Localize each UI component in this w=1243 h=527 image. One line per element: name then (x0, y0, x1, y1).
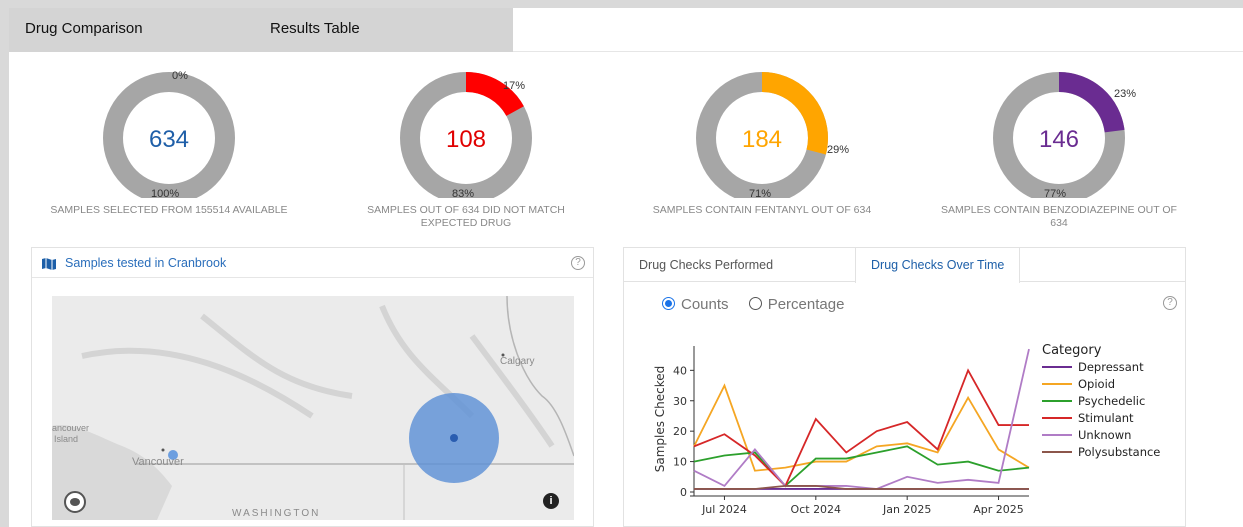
radio-percentage-label: Percentage (767, 296, 845, 313)
donut-caption: SAMPLES CONTAIN FENTANYL OUT OF 634 (652, 204, 872, 216)
legend-title: Category (1042, 343, 1102, 358)
radio-counts-label: Counts (681, 296, 729, 313)
donut-rest-label: 83% (452, 188, 475, 200)
tab-drug-comparison[interactable]: Drug Comparison (25, 20, 143, 37)
radio-counts[interactable]: Counts (662, 296, 729, 313)
donut-samples-selected: 0% 100% 634 SAMPLES SELECTED FROM 155514… (49, 58, 289, 238)
donut-rest-label: 71% (749, 188, 772, 200)
y-tick-label: 10 (673, 456, 687, 469)
x-tick-label: Apr 2025 (973, 503, 1024, 516)
donut-mismatch: 17% 83% 108 SAMPLES OUT OF 634 DID NOT M… (346, 58, 586, 238)
donut-caption: SAMPLES OUT OF 634 DID NOT MATCH EXPECTE… (367, 204, 565, 229)
y-tick-label: 0 (680, 486, 687, 499)
series-line-stimulant (693, 368, 1029, 488)
map-title: Samples tested in Cranbrook (65, 256, 227, 270)
radio-percentage[interactable]: Percentage (748, 296, 845, 313)
map-panel-header: Samples tested in Cranbrook ? (32, 248, 593, 278)
donut-value: 108 (445, 126, 487, 153)
legend-label: Depressant (1078, 360, 1144, 374)
donut-value: 184 (741, 126, 783, 153)
y-tick-label: 20 (673, 425, 687, 438)
legend-label: Polysubstance (1078, 445, 1160, 459)
y-axis-label: Samples Checked (653, 366, 667, 473)
y-tick-label: 30 (673, 395, 687, 408)
donut-slice-label: 0% (172, 70, 188, 82)
map-panel: Samples tested in Cranbrook ? Calgary Va… (31, 247, 594, 527)
map-terrain (52, 296, 574, 520)
map-label-vancouver-island-line1: ancouver (52, 423, 90, 433)
map-help-icon[interactable]: ? (571, 256, 585, 270)
line-chart: 0 10 20 30 40 Jul 2024 Oct 2024 Jan 2025 Apr 202… (653, 343, 1160, 516)
x-tick-label: Oct 2024 (791, 503, 842, 516)
tab-drug-checks-performed[interactable]: Drug Checks Performed (624, 248, 788, 282)
donut-fentanyl: 29% 71% 184 SAMPLES CONTAIN FENTANYL OUT… (642, 58, 882, 238)
donut-caption: SAMPLES CONTAIN BENZODIAZEPINE OUT OF 63… (941, 204, 1177, 229)
map-label-vancouver: Vancouver (132, 456, 184, 468)
map-info-icon[interactable]: i (543, 493, 559, 509)
radio-counts-icon (662, 297, 675, 310)
map-label-calgary: Calgary (500, 356, 535, 367)
top-tab-bar: Drug Comparison Results Table (9, 8, 1243, 52)
donut-benzodiazepine: 23% 77% 146 SAMPLES CONTAIN BENZODIAZEPI… (939, 58, 1179, 238)
map-label-vancouver-island-line2: Island (54, 434, 79, 444)
radio-percentage-icon (748, 297, 762, 310)
tab-drug-checks-over-time[interactable]: Drug Checks Over Time (855, 248, 1021, 283)
map-label-washington: WASHINGTON (232, 508, 321, 519)
page: Drug Comparison Results Table 0% 100% 63… (9, 8, 1243, 527)
x-tick-label: Jul 2024 (701, 503, 747, 516)
donut-slice-label: 23% (1114, 88, 1137, 100)
x-tick-label: Jan 2025 (882, 503, 931, 516)
series-line-opioid (693, 383, 1030, 472)
legend-label: Unknown (1078, 428, 1131, 442)
chart-tab-bar: Drug Checks Performed Drug Checks Over T… (624, 248, 1185, 283)
chart-help-icon[interactable]: ? (1163, 296, 1177, 310)
donut-rest-label: 77% (1044, 188, 1067, 200)
tab-results-table[interactable]: Results Table (270, 20, 360, 37)
donut-value: 146 (1038, 126, 1080, 153)
legend-label: Opioid (1078, 377, 1115, 391)
chart-panel: Drug Checks Performed Drug Checks Over T… (623, 247, 1186, 527)
legend-label: Stimulant (1078, 411, 1134, 425)
series-line-psychedelic (693, 445, 1030, 488)
donut-rest-label: 100% (151, 188, 180, 200)
series-line-unknown (693, 348, 1030, 490)
map-icon (42, 257, 56, 275)
map-logo-icon[interactable] (64, 491, 86, 513)
legend-label: Psychedelic (1078, 394, 1145, 408)
y-tick-label: 40 (673, 364, 687, 377)
map-view[interactable]: Calgary Vancouver ancouver Island WASHIN… (52, 296, 574, 520)
view-mode-radio-group: Counts Percentage (662, 296, 844, 313)
donut-value: 634 (148, 126, 190, 153)
donut-slice-label: 17% (503, 80, 526, 92)
donut-caption: SAMPLES SELECTED FROM 155514 AVAILABLE (50, 204, 288, 216)
